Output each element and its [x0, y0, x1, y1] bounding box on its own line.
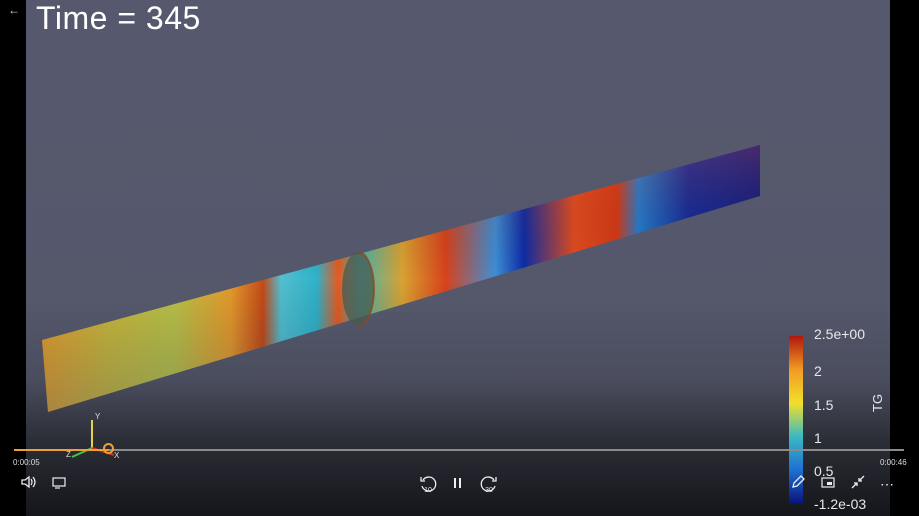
pause-icon[interactable] [450, 474, 466, 494]
colorbar-tick: 2 [814, 363, 822, 379]
rewind-seconds: 10 [424, 487, 432, 494]
colorbar-tick: 1 [814, 430, 822, 446]
back-arrow-icon[interactable]: ← [4, 2, 24, 18]
miniplayer-icon[interactable] [819, 474, 837, 494]
forward-30-icon[interactable]: 30 [479, 474, 499, 494]
colorbar-title: TG [870, 393, 885, 412]
current-time: 0:00:05 [13, 458, 40, 467]
colorbar-tick: 1.5 [814, 397, 834, 413]
duration: 0:00:46 [880, 458, 907, 467]
progress-thumb[interactable] [103, 443, 114, 454]
progress-fill [14, 449, 109, 451]
rewind-10-icon[interactable]: 10 [418, 474, 438, 494]
axis-y-label: Y [95, 412, 101, 421]
time-label: Time = 345 [36, 0, 201, 36]
colorbar-tick: 2.5e+00 [814, 326, 865, 342]
pen-icon[interactable] [789, 474, 807, 494]
volume-icon[interactable] [18, 474, 38, 494]
axis-z-label: Z [66, 450, 71, 459]
pipe-shading [42, 145, 760, 412]
progress-track[interactable] [14, 449, 904, 451]
captions-icon[interactable] [50, 474, 68, 494]
colorbar-tick: -1.2e-03 [814, 496, 867, 512]
axis-x-label: X [114, 451, 120, 460]
more-icon[interactable]: ⋯ [878, 474, 896, 494]
exit-fullscreen-icon[interactable] [849, 474, 867, 494]
simulation-render [42, 145, 803, 504]
forward-seconds: 30 [485, 487, 493, 494]
